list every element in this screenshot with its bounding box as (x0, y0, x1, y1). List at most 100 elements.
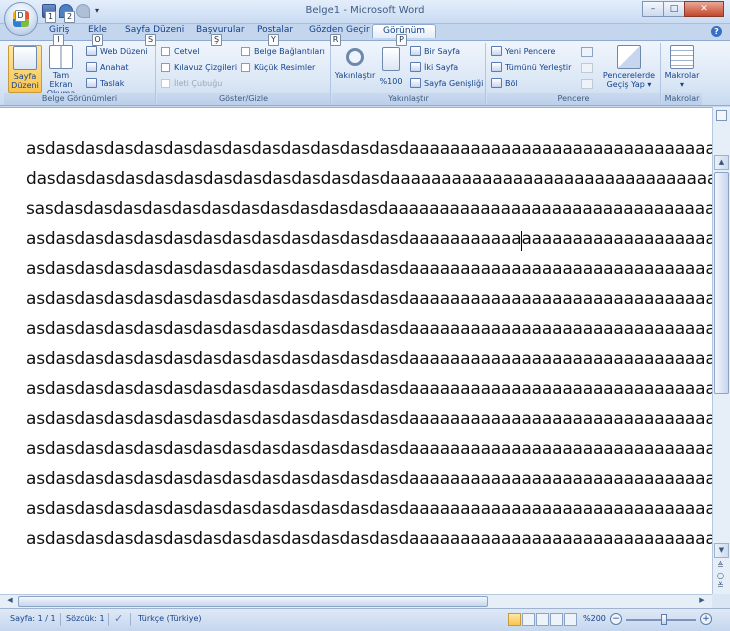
yakinlastir-button[interactable]: Yakınlaştır (334, 45, 376, 80)
zoom-out-button[interactable]: − (610, 613, 622, 625)
group-label-pencere: Pencere (487, 93, 660, 105)
page-count-status[interactable]: Sayfa: 1 / 1 (10, 614, 56, 623)
tumunu-yerlestir-button[interactable]: Tümünü Yerleştir (491, 62, 571, 74)
makrolar-dropdown-icon: ▾ (679, 80, 684, 89)
minimize-button[interactable]: – (642, 1, 664, 17)
makrolar-button[interactable]: Makrolar ▾ (664, 45, 700, 89)
gecis-yap-button[interactable]: Pencerelerde Geçiş Yap ▾ (599, 45, 659, 89)
kilavuz-checkbox[interactable]: Kılavuz Çizgileri (161, 62, 237, 74)
group-goster-gizle: Cetvel Kılavuz Çizgileri İleti Çubuğu Be… (157, 43, 331, 105)
makrolar-label: Makrolar (664, 71, 700, 80)
full-screen-reading-icon (49, 45, 73, 69)
web-layout-view-icon[interactable] (536, 613, 549, 626)
scroll-left-arrow-icon[interactable]: ◀ (3, 596, 17, 607)
side-by-side-icon[interactable] (581, 47, 593, 57)
document-line[interactable]: asdasdasdasdasdasdasdasdasdasdasdasdasda… (26, 439, 712, 459)
print-layout-view-icon[interactable] (508, 613, 521, 626)
cetvel-checkbox[interactable]: Cetvel (161, 46, 200, 58)
sayfa-genisligi-label: Sayfa Genişliği (424, 79, 484, 88)
belge-baglantilari-check[interactable] (241, 47, 250, 56)
group-label-goster-gizle: Göster/Gizle (157, 93, 330, 105)
ileti-label: İleti Çubuğu (174, 79, 223, 88)
cetvel-check[interactable] (161, 47, 170, 56)
keytip-office: D (15, 10, 26, 22)
document-line[interactable]: asdasdasdasdasdasdasdasdasdasdasdasdasda… (26, 469, 712, 489)
document-line[interactable]: asdasdasdasdasdasdasdasdasdasdasdasdasda… (26, 529, 712, 549)
document-line[interactable]: sasdasdasdasdasdasdasdasdasdasdasdasdaaa… (26, 199, 712, 219)
ribbon: Sayfa Düzeni Tam Ekran Okuma Web Düzeni … (0, 40, 730, 106)
bir-sayfa-label: Bir Sayfa (424, 47, 460, 56)
word-count-status[interactable]: Sözcük: 1 (66, 614, 105, 623)
draft-view-icon[interactable] (564, 613, 577, 626)
keytip-sayfa-duzeni: S (145, 34, 156, 46)
sayfa-genisligi-button[interactable]: Sayfa Genişliği (410, 78, 483, 90)
document-line[interactable]: asdasdasdasdasdasdasdasdasdasdasdasdasda… (26, 229, 712, 249)
full-screen-view-icon[interactable] (522, 613, 535, 626)
proofing-icon[interactable]: ✓ (114, 612, 123, 625)
document-line[interactable]: asdasdasdasdasdasdasdasdasdasdasdasdasda… (26, 379, 712, 399)
document-line[interactable]: asdasdasdasdasdasdasdasdasdasdasdasdasda… (26, 139, 712, 159)
kilavuz-check[interactable] (161, 63, 170, 72)
sayfa-duzeni-button[interactable]: Sayfa Düzeni (8, 45, 42, 93)
bir-sayfa-button[interactable]: Bir Sayfa (410, 46, 460, 58)
zoom-in-button[interactable]: + (700, 613, 712, 625)
yakinlastir-label: Yakınlaştır (334, 71, 376, 80)
anahat-button[interactable]: Anahat (86, 62, 129, 74)
vertical-scroll-thumb[interactable] (714, 172, 729, 394)
language-status[interactable]: Türkçe (Türkiye) (138, 614, 202, 623)
iki-sayfa-button[interactable]: İki Sayfa (410, 62, 458, 74)
horizontal-scrollbar[interactable]: ◀ ▶ (0, 594, 712, 608)
scroll-right-arrow-icon[interactable]: ▶ (695, 596, 709, 607)
view-ruler-icon[interactable] (716, 110, 727, 121)
zoom-level[interactable]: %200 (583, 614, 606, 623)
document-line[interactable]: asdasdasdasdasdasdasdasdasdasdasdasdasda… (26, 349, 712, 369)
text-caret (521, 231, 522, 251)
yeni-pencere-button[interactable]: Yeni Pencere (491, 46, 555, 58)
keytip-ekle: O (92, 34, 103, 46)
keytip-qat-2: 2 (64, 11, 75, 23)
document-line[interactable]: asdasdasdasdasdasdasdasdasdasdasdasdasda… (26, 289, 712, 309)
tam-ekran-button[interactable]: Tam Ekran Okuma (44, 45, 78, 98)
iki-sayfa-label: İki Sayfa (424, 63, 459, 72)
two-pages-icon (410, 62, 421, 72)
zoom-slider-thumb[interactable] (661, 614, 667, 625)
keytip-postalar: Y (268, 34, 279, 46)
sayfa-duzeni-label: Sayfa Düzeni (11, 72, 39, 90)
belge-baglantilari-checkbox[interactable]: Belge Bağlantıları (241, 46, 325, 58)
group-label-makrolar: Makrolar (662, 93, 702, 105)
maximize-button[interactable]: □ (663, 1, 685, 17)
kilavuz-label: Kılavuz Çizgileri (174, 63, 238, 72)
browse-previous-icon[interactable]: ≜ (717, 561, 724, 570)
scroll-down-arrow-icon[interactable]: ▼ (714, 543, 729, 558)
kucuk-resimler-checkbox[interactable]: Küçük Resimler (241, 62, 315, 74)
bol-button[interactable]: Böl (491, 78, 518, 90)
browse-object-icon[interactable]: ○ (717, 571, 724, 580)
horizontal-scroll-thumb[interactable] (18, 596, 488, 607)
window-controls: – □ ✕ (642, 1, 724, 17)
scroll-up-arrow-icon[interactable]: ▲ (714, 155, 729, 170)
web-duzeni-button[interactable]: Web Düzeni (86, 46, 148, 58)
help-icon[interactable]: ? (711, 26, 722, 37)
status-separator (130, 613, 131, 626)
taslak-button[interactable]: Taslak (86, 78, 124, 90)
close-button[interactable]: ✕ (684, 1, 724, 17)
browse-next-icon[interactable]: ≚ (717, 581, 724, 590)
document-line[interactable]: asdasdasdasdasdasdasdasdasdasdasdasdasda… (26, 409, 712, 429)
kucuk-resimler-check[interactable] (241, 63, 250, 72)
ileti-check (161, 79, 170, 88)
document-line[interactable]: dasdasdasdasdasdasdasdasdasdasdasdasdaaa… (26, 169, 712, 189)
document-area[interactable]: asdasdasdasdasdasdasdasdasdasdasdasdasda… (0, 107, 712, 594)
view-buttons (508, 613, 577, 626)
outline-view-icon[interactable] (550, 613, 563, 626)
switch-windows-icon (617, 45, 641, 69)
document-line[interactable]: asdasdasdasdasdasdasdasdasdasdasdasdasda… (26, 499, 712, 519)
reset-position-icon (581, 79, 593, 89)
vertical-scrollbar[interactable]: ▲ ▼ ≜ ○ ≚ (712, 107, 730, 594)
split-icon (491, 78, 502, 88)
zoom-100-button[interactable]: %100 (378, 45, 404, 86)
document-line[interactable]: asdasdasdasdasdasdasdasdasdasdasdasdasda… (26, 259, 712, 279)
page-width-icon (410, 78, 421, 88)
document-line[interactable]: asdasdasdasdasdasdasdasdasdasdasdasdasda… (26, 319, 712, 339)
keytip-gozden-gecir: R (330, 34, 341, 46)
title-bar: ▾ Belge1 - Microsoft Word – □ ✕ (0, 0, 730, 24)
